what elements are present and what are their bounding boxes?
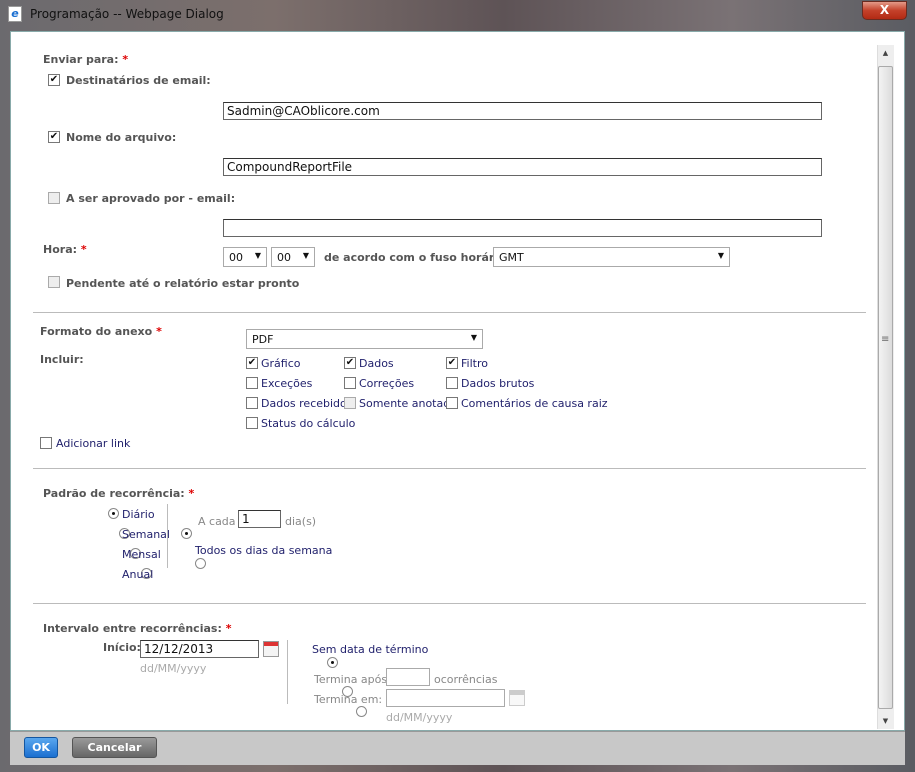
no-end-date-radio[interactable] (327, 657, 338, 668)
email-recipients-label: Destinatários de email: (66, 74, 211, 87)
pattern-label: Semanal (122, 528, 170, 541)
include-grafico-checkbox[interactable]: ✔ (246, 357, 258, 369)
include-dados-brutos-label: Dados brutos (461, 377, 535, 390)
pattern-label: Anual (122, 568, 154, 581)
end-on-radio[interactable] (356, 706, 367, 717)
include-status-do-calculo-label: Status do cálculo (261, 417, 356, 430)
title-bar: e Programação -- Webpage Dialog X (0, 0, 915, 28)
include-somente-anotado-label: Somente anotado (359, 397, 457, 410)
every-days-input[interactable] (238, 510, 281, 528)
chevron-down-icon: ▼ (254, 251, 261, 260)
timezone-select[interactable]: GMT ▼ (493, 247, 730, 267)
include-label: Incluir: (40, 353, 84, 366)
divider (287, 640, 288, 704)
divider (167, 504, 168, 568)
scroll-down-icon[interactable]: ▼ (878, 713, 893, 729)
pattern-label: Diário (122, 508, 155, 521)
end-date-input[interactable] (386, 689, 505, 707)
include-excecoes-checkbox[interactable] (246, 377, 258, 389)
ie-icon: e (8, 6, 22, 22)
pattern-0-radio[interactable] (108, 508, 119, 519)
include-somente-anotado-checkbox[interactable] (344, 397, 356, 409)
start-label: Início: (103, 641, 141, 654)
include-comentarios-de-causa-raiz-checkbox[interactable] (446, 397, 458, 409)
include-correcoes-checkbox[interactable] (344, 377, 356, 389)
grip-icon: ≡ (881, 334, 890, 345)
cancel-button[interactable]: Cancelar (72, 737, 157, 758)
pending-label: Pendente até o relatório estar pronto (66, 277, 300, 290)
include-dados-checkbox[interactable]: ✔ (344, 357, 356, 369)
recurrence-label: Padrão de recorrência: * (43, 487, 195, 500)
chevron-down-icon: ▼ (302, 251, 309, 260)
approval-email-input[interactable] (223, 219, 822, 237)
include-correcoes-label: Correções (359, 377, 415, 390)
start-date-input[interactable] (140, 640, 259, 658)
hour-select[interactable]: 00 ▼ (223, 247, 267, 267)
weekdays-label: Todos os dias da semana (195, 544, 333, 557)
include-grafico-label: Gráfico (261, 357, 301, 370)
approval-checkbox[interactable] (48, 192, 60, 204)
every-label: A cada (198, 515, 236, 528)
timezone-label: de acordo com o fuso horário (324, 251, 506, 264)
range-label: Intervalo entre recorrências: * (43, 622, 232, 635)
chevron-down-icon: ▼ (470, 333, 477, 342)
calendar-icon[interactable] (263, 641, 279, 657)
end-after-label: Termina após: (314, 673, 391, 686)
calendar-icon[interactable] (509, 690, 525, 706)
days-unit-label: dia(s) (285, 515, 317, 528)
send-to-label: Enviar para: * (43, 53, 129, 66)
weekdays-radio[interactable] (194, 558, 206, 569)
include-filtro-label: Filtro (461, 357, 488, 370)
minute-select[interactable]: 00 ▼ (271, 247, 315, 267)
include-filtro-checkbox[interactable]: ✔ (446, 357, 458, 369)
end-on-label: Termina em: (314, 693, 383, 706)
file-name-label: Nome do arquivo: (66, 131, 177, 144)
file-name-input[interactable] (223, 158, 822, 176)
email-recipients-input[interactable] (223, 102, 822, 120)
close-button[interactable]: X (862, 1, 907, 20)
include-comentarios-de-causa-raiz-label: Comentários de causa raiz (461, 397, 608, 410)
include-status-do-calculo-checkbox[interactable] (246, 417, 258, 429)
time-label: Hora: * (43, 243, 87, 256)
scrollbar-thumb[interactable] (878, 66, 893, 709)
every-n-days-radio[interactable] (181, 528, 192, 539)
ok-button[interactable]: OK (24, 737, 58, 758)
occurrences-label: ocorrências (434, 673, 498, 686)
divider (33, 603, 866, 604)
divider (33, 312, 866, 313)
file-name-checkbox[interactable]: ✔ (48, 131, 60, 143)
format-label: Formato do anexo * (40, 325, 162, 338)
window-title: Programação -- Webpage Dialog (30, 7, 224, 21)
include-dados-recebidos-label: Dados recebidos (261, 397, 353, 410)
occurrences-input[interactable] (386, 668, 430, 686)
include-excecoes-label: Exceções (261, 377, 313, 390)
add-link-label: Adicionar link (56, 437, 131, 450)
format-select[interactable]: PDF ▼ (246, 329, 483, 349)
no-end-date-label: Sem data de término (312, 643, 429, 656)
approval-label: A ser aprovado por - email: (66, 192, 236, 205)
include-dados-recebidos-checkbox[interactable] (246, 397, 258, 409)
start-date-format: dd/MM/yyyy (140, 662, 207, 675)
pending-checkbox[interactable] (48, 276, 60, 288)
chevron-down-icon: ▼ (717, 251, 724, 260)
include-dados-brutos-checkbox[interactable] (446, 377, 458, 389)
end-date-format: dd/MM/yyyy (386, 711, 453, 724)
email-recipients-checkbox[interactable]: ✔ (48, 74, 60, 86)
pattern-label: Mensal (122, 548, 161, 561)
add-link-checkbox[interactable] (40, 437, 52, 449)
divider (33, 468, 866, 469)
include-dados-label: Dados (359, 357, 394, 370)
scroll-up-icon[interactable]: ▲ (878, 45, 893, 61)
